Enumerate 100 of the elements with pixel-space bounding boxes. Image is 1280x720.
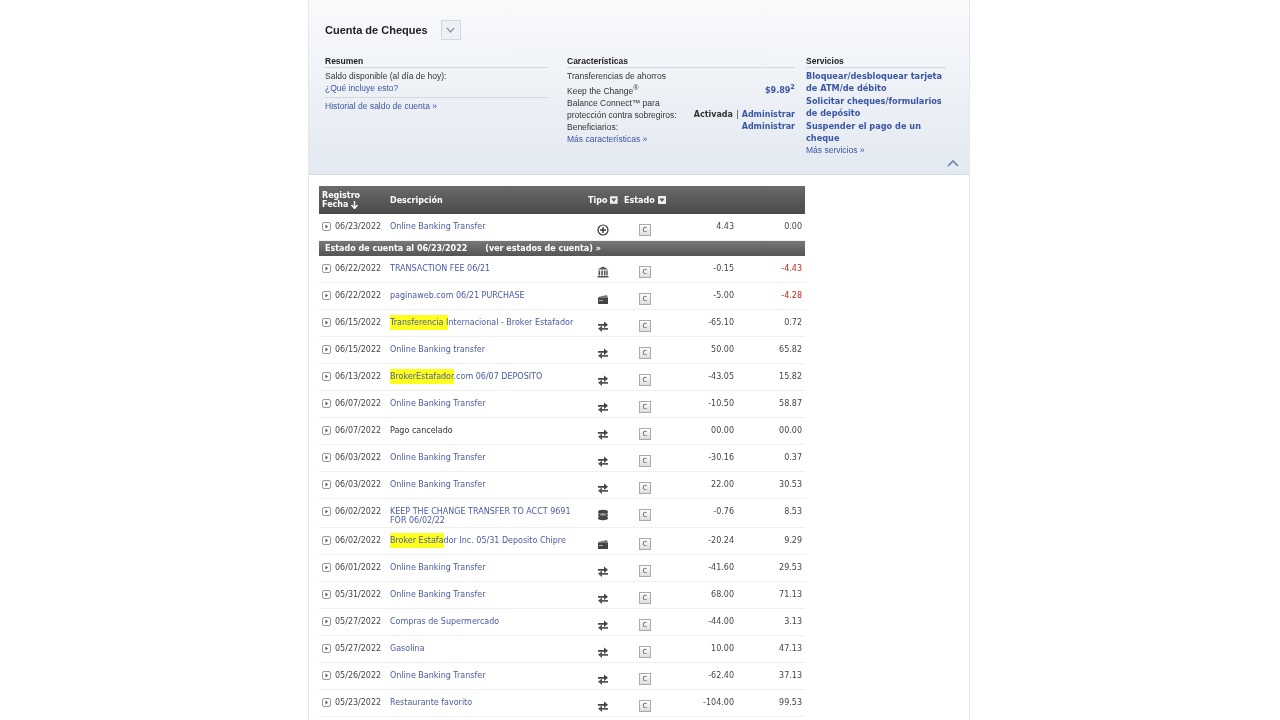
expand-row-icon[interactable] <box>322 372 331 382</box>
amount-cell: 68.00 <box>711 590 734 600</box>
expand-row-icon[interactable] <box>322 671 331 681</box>
expand-row-icon[interactable] <box>322 399 331 409</box>
feature-value-link[interactable]: Administrar <box>741 120 795 133</box>
description-link[interactable]: Restaurante favorito <box>390 698 473 708</box>
date-cell: 06/23/2022 <box>335 222 382 231</box>
date-cell: 05/31/2022 <box>335 590 382 600</box>
description-link[interactable]: TRANSACTION FEE 06/21 <box>390 264 491 274</box>
date-cell: 06/03/2022 <box>335 480 382 490</box>
expand-row-icon[interactable] <box>322 345 331 355</box>
feature-status: Activada <box>693 108 733 121</box>
account-title: Cuenta de Cheques <box>325 24 428 36</box>
feature-value-link[interactable]: $9.89$^{2}$ <box>765 81 795 97</box>
history-link[interactable]: Historial de saldo de cuenta » <box>325 100 437 112</box>
balance-cell: 47.13 <box>779 644 802 654</box>
date-cell: 06/22/2022 <box>335 264 382 274</box>
service-link[interactable]: Suspender el pago de un cheque <box>806 119 946 145</box>
date-cell: 06/03/2022 <box>335 453 382 463</box>
balance-cell: 58.87 <box>779 399 802 409</box>
description-link[interactable]: Online Banking Transfer <box>390 590 486 600</box>
amount-cell: 50.00 <box>711 345 734 355</box>
amount-cell: -30.16 <box>708 453 734 463</box>
column-header[interactable]: Registro <box>322 191 384 200</box>
date-cell: 05/27/2022 <box>335 617 382 627</box>
column-header[interactable]: Fecha <box>322 200 349 209</box>
amount-cell: 4.43 <box>716 222 734 231</box>
expand-row-icon[interactable] <box>322 291 331 301</box>
description-link[interactable]: Online Banking Transfer <box>390 399 486 409</box>
description-link[interactable]: Online Banking transfer <box>390 345 485 355</box>
feature-value-link[interactable]: Administrar <box>741 108 795 121</box>
filter-dropdown-icon <box>610 196 618 204</box>
amount-cell: -43.05 <box>708 372 734 382</box>
description-link[interactable]: Broker Estafador Inc. 05/31 Deposito Chipre <box>390 536 566 546</box>
description-link[interactable]: Online Banking Transfer <box>390 480 486 490</box>
filter-dropdown-icon <box>657 196 666 204</box>
amount-cell: 00.00 <box>711 426 734 436</box>
feature-label: Transferencias de ahorros Keep the Change$^{®}$ <box>567 70 667 97</box>
amount-cell: -0.15 <box>713 264 734 274</box>
statements-link[interactable]: (ver estados de cuenta) » <box>485 244 601 254</box>
amount-cell: -20.24 <box>708 536 734 546</box>
collapse-button[interactable] <box>947 160 959 167</box>
amount-cell: -44.00 <box>708 617 734 627</box>
description-link[interactable]: Online Banking Transfer <box>390 563 486 573</box>
description-link[interactable]: Online Banking Transfer <box>390 222 486 231</box>
balance-cell: 9.29 <box>784 536 802 546</box>
balance-cell: -4.43 <box>781 264 802 274</box>
description-link[interactable]: Online Banking Transfer <box>390 671 486 681</box>
date-cell: 06/15/2022 <box>335 318 382 328</box>
description-link[interactable]: paginaweb.com 06/21 PURCHASE <box>390 291 525 301</box>
balance-cell: 00.00 <box>779 426 802 436</box>
service-link[interactable]: Solicitar cheques/formularios de depósito <box>806 94 946 120</box>
amount-cell: -65.10 <box>708 318 734 328</box>
expand-row-icon[interactable] <box>322 590 331 600</box>
date-cell: 06/13/2022 <box>335 372 382 382</box>
expand-row-icon[interactable] <box>322 507 331 517</box>
more-features-link[interactable]: Más características » <box>567 132 648 145</box>
help-link[interactable]: ¿Qué incluye esto? <box>325 82 399 94</box>
date-cell: 05/27/2022 <box>335 644 382 654</box>
section-heading: Servicios <box>806 56 946 68</box>
balance-cell: 65.82 <box>779 345 802 355</box>
expand-row-icon[interactable] <box>322 644 331 654</box>
description-link[interactable]: Gasolina <box>390 644 425 654</box>
expand-row-icon[interactable] <box>322 453 331 463</box>
balance-cell: 30.53 <box>779 480 802 490</box>
balance-cell: -4.28 <box>781 291 802 301</box>
expand-row-icon[interactable] <box>322 563 331 573</box>
expand-row-icon[interactable] <box>322 318 331 328</box>
account-dropdown[interactable] <box>440 20 461 40</box>
column-header[interactable]: Tipo <box>588 195 608 205</box>
service-link[interactable]: Bloquear/desbloquear tarjeta de ATM/de débito <box>806 70 946 95</box>
expand-row-icon[interactable] <box>322 264 331 274</box>
column-header[interactable]: Descripción <box>390 195 443 205</box>
feature-label: Balance Connect™ para protección contra sobregiros: <box>567 96 678 121</box>
amount-cell: -104.00 <box>703 698 734 708</box>
balance-cell: 0.72 <box>784 318 802 328</box>
column-header[interactable]: Estado <box>624 195 655 205</box>
expand-row-icon[interactable] <box>322 536 331 546</box>
amount-cell: 22.00 <box>711 480 734 490</box>
expand-row-icon[interactable] <box>322 698 331 708</box>
balance-cell: 3.13 <box>784 617 802 627</box>
amount-cell: -62.40 <box>708 671 734 681</box>
balance-cell: 0.37 <box>784 453 802 463</box>
description-link[interactable]: Compras de Supermercado <box>390 617 500 627</box>
description-link[interactable]: KEEP THE CHANGE TRANSFER TO ACCT 9691 FOR 06/02/22 <box>390 507 582 526</box>
feature-label: Beneficiarios: <box>567 120 620 133</box>
more-services-link[interactable]: Más servicios » <box>806 144 865 157</box>
amount-cell: -10.50 <box>708 399 734 409</box>
chevron-up-icon <box>947 160 959 167</box>
expand-row-icon[interactable] <box>322 480 331 490</box>
expand-row-icon[interactable] <box>322 617 331 627</box>
section-heading: Características <box>567 56 795 68</box>
expand-row-icon[interactable] <box>322 426 331 436</box>
date-cell: 05/26/2022 <box>335 671 382 681</box>
description-link[interactable]: Online Banking Transfer <box>390 453 486 463</box>
date-cell: 06/02/2022 <box>335 507 382 517</box>
balance-cell: 99.53 <box>779 698 802 708</box>
balance-cell: 37.13 <box>779 671 802 681</box>
date-cell: 06/01/2022 <box>335 563 382 573</box>
expand-row-icon[interactable] <box>322 222 331 231</box>
